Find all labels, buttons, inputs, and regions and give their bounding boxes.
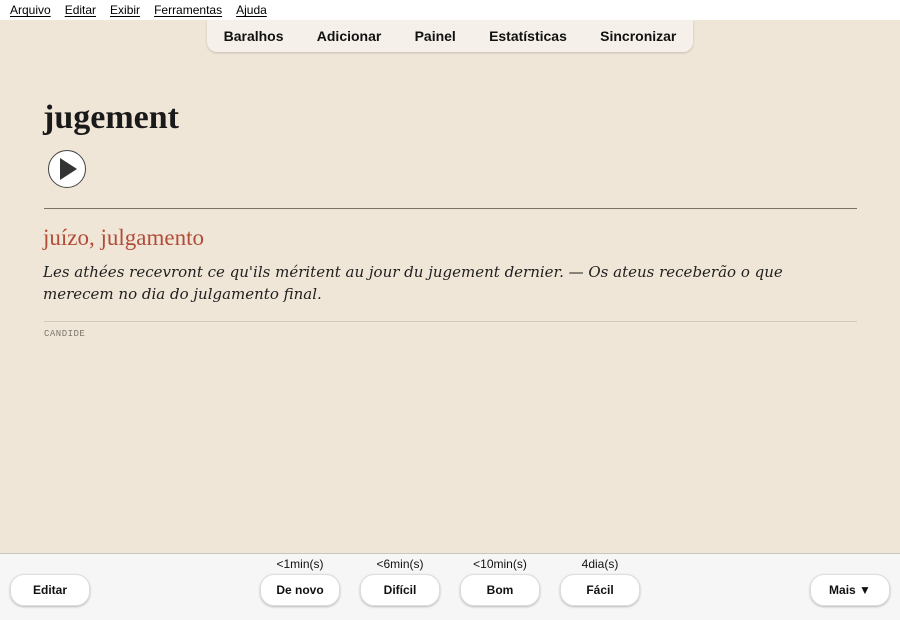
menu-exibir[interactable]: Exibir <box>110 3 140 17</box>
toolbar-decks-link[interactable]: Baralhos <box>224 28 284 44</box>
easy-button[interactable]: Fácil <box>560 574 640 606</box>
toolbar-sync-link[interactable]: Sincronizar <box>600 28 676 44</box>
toolbar-browse-link[interactable]: Painel <box>415 28 456 44</box>
card-source: CANDIDE <box>44 329 86 339</box>
menu-ferramentas[interactable]: Ferramentas <box>154 3 222 17</box>
card-translation: juízo, julgamento <box>43 225 204 250</box>
interval-easy: 4dia(s) <box>581 557 619 571</box>
interval-hard: <6min(s) <box>376 557 424 571</box>
interval-again: <1min(s) <box>276 557 324 571</box>
answer-bar: Editar <1min(s) De novo <6min(s) Difícil… <box>0 553 900 620</box>
interval-good: <10min(s) <box>473 557 527 571</box>
card-divider <box>44 208 857 209</box>
example-divider <box>44 321 857 322</box>
edit-button[interactable]: Editar <box>10 574 90 606</box>
toolbar-stats-link[interactable]: Estatísticas <box>489 28 567 44</box>
play-audio-button[interactable] <box>48 150 86 188</box>
menu-ajuda[interactable]: Ajuda <box>236 3 267 17</box>
play-icon <box>60 158 77 180</box>
good-button[interactable]: Bom <box>460 574 540 606</box>
main-toolbar: Baralhos Adicionar Painel Estatísticas S… <box>207 20 693 52</box>
menu-arquivo[interactable]: Arquivo <box>10 3 51 17</box>
more-button[interactable]: Mais ▼ <box>810 574 890 606</box>
hard-button[interactable]: Difícil <box>360 574 440 606</box>
card-example-sentence: Les athées recevront ce qu'ils méritent … <box>43 263 783 303</box>
card-word: jugement <box>43 99 179 136</box>
menu-editar[interactable]: Editar <box>65 3 96 17</box>
again-button[interactable]: De novo <box>260 574 340 606</box>
toolbar-add-link[interactable]: Adicionar <box>317 28 382 44</box>
menu-bar: Arquivo Editar Exibir Ferramentas Ajuda <box>0 0 900 20</box>
flashcard: jugement juízo, julgamento Les athées re… <box>43 90 857 339</box>
